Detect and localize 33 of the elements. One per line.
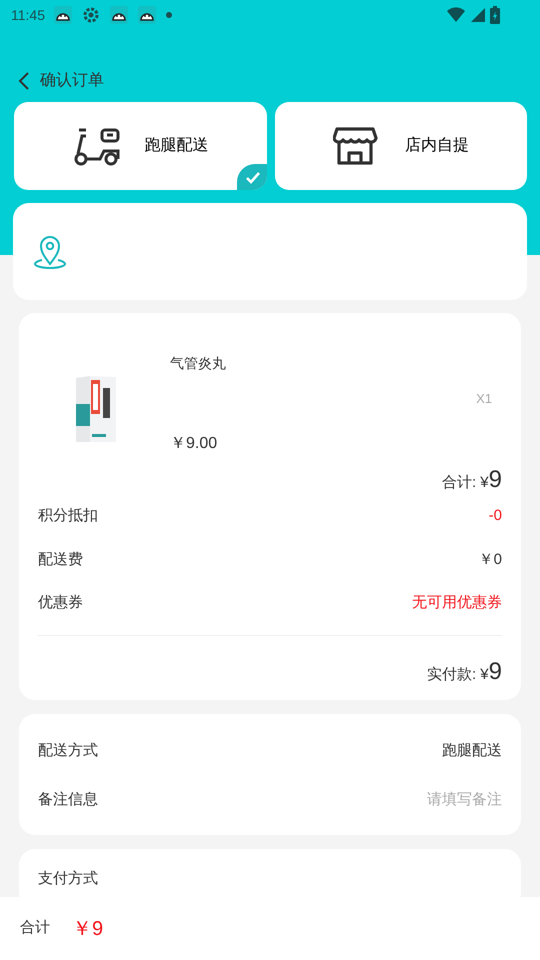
robot-icon	[53, 5, 73, 25]
delivery-option-tab[interactable]: 跑腿配送	[14, 102, 266, 190]
check-icon	[236, 164, 266, 190]
battery-icon	[490, 6, 500, 24]
remark-field[interactable]: 请填写备注	[362, 788, 502, 811]
product-price: ￥9.00	[170, 434, 218, 454]
total-amount: ￥9	[72, 916, 104, 942]
page-title: 确认订单	[40, 71, 104, 91]
row-label: 积分抵扣	[38, 506, 98, 526]
product-name: 气管炎丸	[170, 354, 226, 373]
wifi-icon	[446, 7, 466, 23]
subtotal-text: 合计: ¥9	[442, 468, 502, 495]
row-label: 备注信息	[38, 790, 98, 810]
delivery-option-tab[interactable]: 店内自提	[274, 102, 527, 190]
row-value: ￥0	[478, 550, 502, 570]
row-value: 无可用优惠券	[412, 593, 502, 613]
robot-icon	[137, 5, 157, 25]
robot-icon	[109, 5, 129, 25]
status-time: 11:45	[11, 6, 45, 24]
row-value: -0	[488, 506, 502, 526]
signal-icon	[470, 7, 486, 23]
dot-icon	[165, 11, 173, 19]
row-label: 优惠券	[38, 593, 83, 613]
row-label: 配送方式	[38, 741, 98, 761]
settings-icon	[81, 5, 101, 25]
paid-amount-text: 实付款: ¥9	[426, 660, 502, 686]
total-label: 合计	[20, 918, 50, 938]
row-label: 支付方式	[38, 870, 98, 887]
quantity-text: X1	[476, 390, 492, 408]
row-value: 跑腿配送	[442, 741, 502, 761]
scooter-icon	[72, 126, 120, 166]
row-label: 配送费	[38, 550, 83, 570]
location-pin-icon	[33, 234, 67, 270]
